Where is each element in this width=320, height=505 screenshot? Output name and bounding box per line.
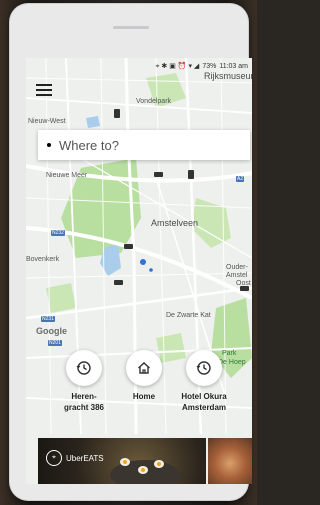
where-to-placeholder: Where to?: [59, 137, 119, 153]
car-marker: [154, 172, 163, 177]
map-label-vondelpark: Vondelpark: [136, 98, 172, 105]
car-marker: [124, 244, 133, 249]
battery-level: 73%: [202, 63, 217, 70]
map-label-rijksmuseum: Rijksmuseum: [204, 71, 252, 81]
road-tag: A2: [236, 176, 245, 182]
ubereats-promo-card[interactable]: ⌖ UberEATS: [38, 438, 206, 484]
egg-image: [138, 466, 148, 474]
google-logo: Google: [36, 326, 67, 336]
map-label-amstel: Amstel: [226, 272, 248, 279]
hamburger-menu-icon[interactable]: [36, 84, 52, 96]
destination-dot-icon: [47, 143, 51, 147]
car-marker: [188, 170, 194, 179]
promo-strip[interactable]: ⌖ UberEATS: [38, 438, 252, 484]
map-label-nieuwe-meer: Nieuwe Meer: [46, 172, 88, 179]
shortcut-circle[interactable]: [66, 350, 102, 386]
clock-icon: [196, 361, 211, 375]
shortcut-label-text: Heren- gracht 386: [63, 392, 105, 412]
shortcut-label-text: Hotel Okura Amsterdam: [181, 392, 227, 412]
map-label-nieuw-west: Nieuw-West: [28, 118, 66, 125]
car-marker: [114, 109, 120, 118]
shortcut-label-text: Home: [132, 392, 156, 401]
shortcut-label: Hotel Okura Amsterdam: [168, 391, 240, 413]
lake: [86, 116, 100, 128]
map-label-zwarte-kat: De Zwarte Kat: [166, 312, 211, 319]
map-label-oost: Oost: [236, 280, 251, 287]
road-tag: N231: [41, 316, 55, 322]
current-location-dot: [140, 259, 146, 265]
phone-frame: Rijksmuseum Vondelpark Nieuw-West Nieuwe…: [10, 4, 252, 500]
road-tag: N201: [48, 340, 62, 346]
app-screen: Rijksmuseum Vondelpark Nieuw-West Nieuwe…: [26, 58, 252, 484]
home-icon: [138, 362, 150, 374]
road-tag: N232: [51, 230, 65, 236]
egg-image: [154, 460, 164, 468]
status-time: 11:03 am: [219, 63, 248, 70]
phone-speaker: [113, 26, 149, 29]
park-area: [46, 283, 76, 313]
food-promo-card[interactable]: [208, 438, 252, 484]
status-bar: ⌖ ✱ ▣ ⏰ ▾ ◢ 73% 11:03 am: [156, 62, 248, 71]
map-label-bovenkerk: Bovenkerk: [26, 256, 60, 263]
ubereats-pin-icon: ⌖: [46, 450, 62, 466]
where-to-search[interactable]: Where to?: [38, 130, 250, 160]
shortcut-circle[interactable]: [186, 350, 222, 386]
car-marker: [114, 280, 123, 285]
egg-image: [120, 458, 130, 466]
location-dot: [149, 268, 153, 272]
shortcut-hotel-okura[interactable]: Hotel Okura Amsterdam: [168, 350, 240, 413]
ubereats-label: UberEATS: [66, 453, 104, 463]
ubereats-badge: ⌖ UberEATS: [46, 450, 104, 466]
clock-icon: [76, 361, 91, 375]
map-label-ouder: Ouder-: [226, 264, 248, 271]
shortcut-circle[interactable]: [126, 350, 162, 386]
status-icons: ⌖ ✱ ▣ ⏰ ▾ ◢: [155, 63, 200, 70]
map-label-amstelveen: Amstelveen: [151, 218, 199, 228]
